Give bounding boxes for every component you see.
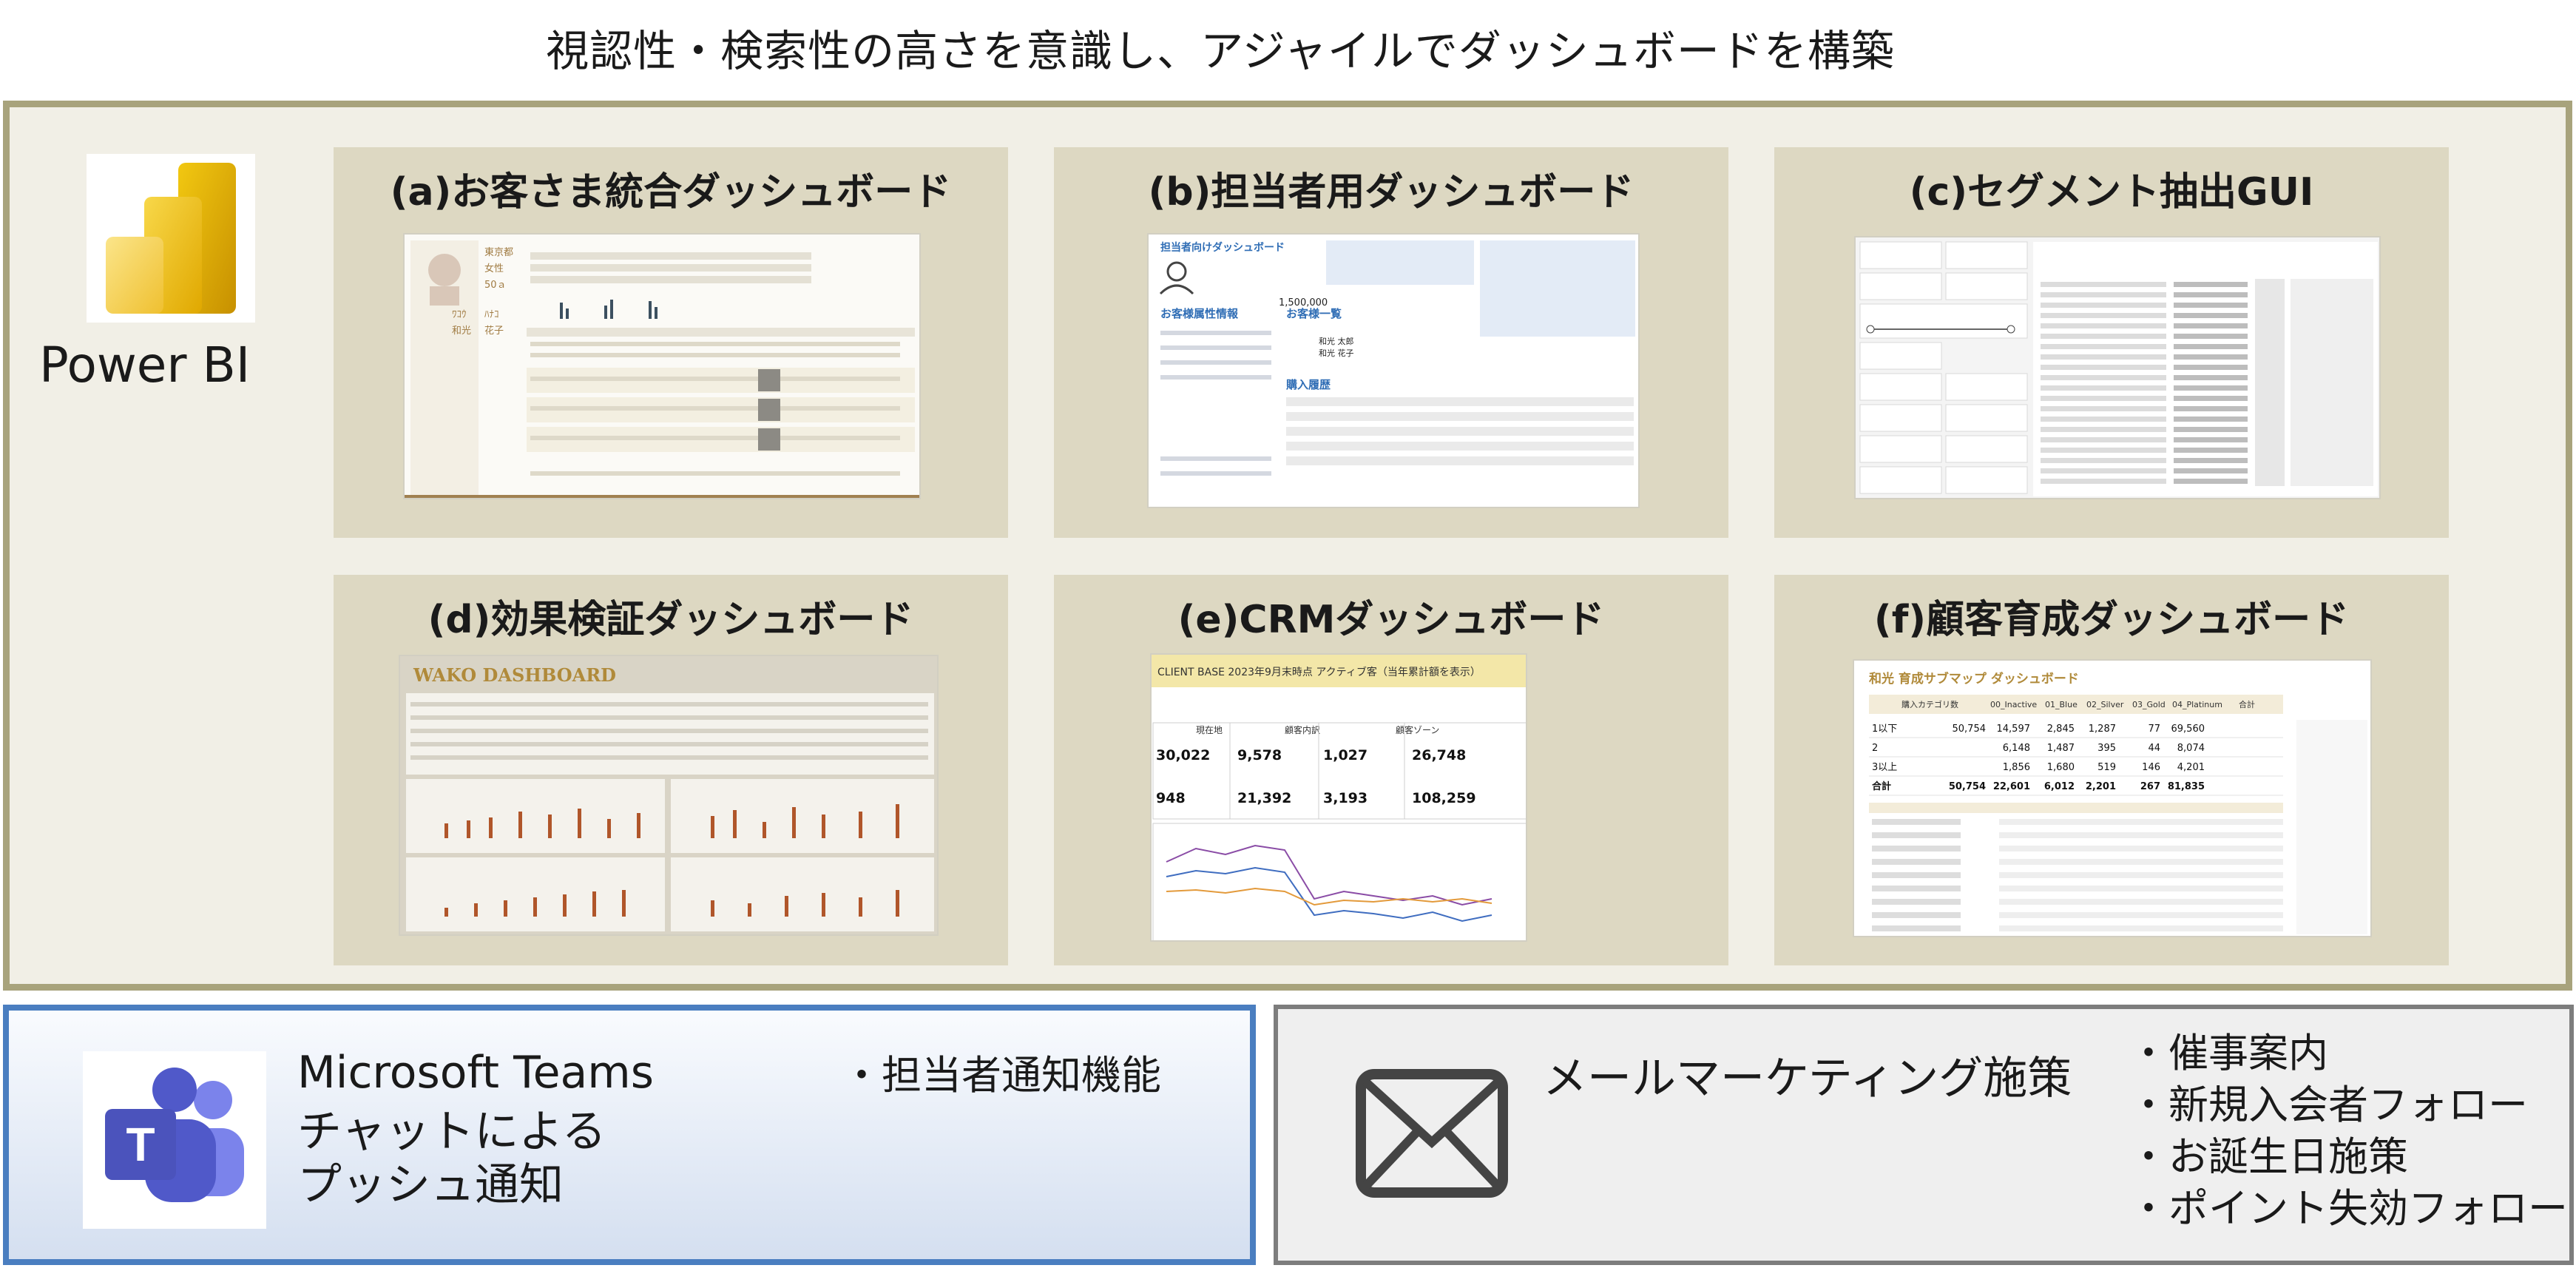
table-cell: 1,856 (2003, 762, 2030, 773)
screenshot-section: 購入履歴 (1285, 378, 1331, 391)
table-cell: 1,680 (2047, 762, 2075, 773)
table-header: 04_Platinum (2172, 700, 2222, 709)
table-cell: 69,560 (2171, 724, 2205, 735)
dashboard-screenshot-b: 担当者向けダッシュボード 1,500,000 お客様属性情報 お客様一覧 購入履… (1147, 233, 1640, 508)
sample-text: 顧客内訳 (1285, 724, 1320, 735)
panel-customer-growth-dashboard: (f)顧客育成ダッシュボード 和光 育成サブマップ ダッシュボード 購入カテゴリ… (1774, 575, 2449, 965)
table-cell: 6,012 (2044, 781, 2075, 792)
svg-text:T: T (126, 1118, 155, 1171)
table-cell: 2 (1872, 743, 1878, 754)
panel-title: (b)担当者用ダッシュボード (1148, 170, 1634, 215)
table-cell: 77 (2148, 724, 2160, 735)
power-bi-frame: Power BI (a)お客さま統合ダッシュボード 東京都 女性 50ａ ﾜｺｳ… (3, 101, 2572, 991)
sample-text: ﾜｺｳ (452, 309, 467, 320)
table-cell: 4,201 (2177, 762, 2205, 773)
sample-text: 和光 花子 (1319, 348, 1354, 358)
dashboard-screenshot-d: WAKO DASHBOARD (399, 655, 939, 936)
sample-text: 顧客ゾーン (1396, 724, 1439, 735)
panel-title: (e)CRMダッシュボード (1177, 598, 1605, 642)
table-cell: 395 (2097, 743, 2116, 754)
panel-title: (c)セグメント抽出GUI (1909, 170, 2314, 215)
panel-segment-extract-gui: (c)セグメント抽出GUI (1774, 147, 2449, 538)
table-cell: 50,754 (1953, 724, 1987, 735)
table-cell: 1,487 (2047, 743, 2075, 754)
panel-staff-dashboard: (b)担当者用ダッシュボード 担当者向けダッシュボード 1,500,000 お客… (1054, 147, 1728, 538)
table-cell: 3以上 (1872, 762, 1897, 773)
sample-text: ﾊﾅｺ (484, 309, 499, 320)
table-cell: 50,754 (1949, 781, 1986, 792)
sample-text: 東京都 (484, 246, 513, 258)
gui-screenshot-c (1854, 236, 2381, 499)
mail-bullet: ・ポイント失効フォロー (2129, 1185, 2568, 1232)
sample-text: 女性 (484, 263, 504, 274)
screenshot-header: WAKO DASHBOARD (413, 664, 616, 686)
table-cell: 81,835 (2168, 781, 2205, 792)
teams-line2: プッシュ通知 (297, 1159, 564, 1211)
table-header: 合計 (2239, 699, 2255, 709)
panel-title: (a)お客さま統合ダッシュボード (390, 170, 952, 215)
sample-value: 1,027 (1323, 747, 1368, 763)
table-header: 購入カテゴリ数 (1901, 699, 1958, 709)
screenshot-header: CLIENT BASE 2023年9月末時点 アクティブ客（当年累計額を表示） (1157, 666, 1481, 678)
table-cell: 1以下 (1872, 724, 1897, 735)
sample-text: 和光 太郎 (1319, 336, 1354, 346)
teams-app-name: Microsoft Teams (297, 1047, 654, 1099)
table-cell: 22,601 (1993, 781, 2030, 792)
screenshot-section: お客様一覧 (1286, 307, 1342, 320)
table-cell: 44 (2148, 743, 2160, 754)
sample-value: 21,392 (1237, 790, 1291, 806)
envelope-icon (1355, 1068, 1509, 1198)
sample-text: 50ａ (484, 280, 507, 291)
table-cell: 8,074 (2177, 743, 2205, 754)
panel-crm-dashboard: (e)CRMダッシュボード CLIENT BASE 2023年9月末時点 アクテ… (1054, 575, 1728, 965)
sample-value: 3,193 (1323, 790, 1368, 806)
mail-title: メールマーケティング施策 (1543, 1053, 2072, 1105)
microsoft-teams-logo-icon: T (83, 1051, 266, 1229)
panel-title: (d)効果検証ダッシュボード (427, 598, 914, 642)
table-cell: 2,845 (2047, 724, 2075, 735)
table-cell: 267 (2140, 781, 2160, 792)
screenshot-header: 担当者向けダッシュボード (1160, 241, 1285, 254)
mail-marketing-box: メールマーケティング施策 ・催事案内 ・新規入会者フォロー ・お誕生日施策 ・ポ… (1274, 1005, 2574, 1265)
panel-effect-verification-dashboard: (d)効果検証ダッシュボード WAKO DASHBOARD (334, 575, 1008, 965)
sample-text: 和光 (452, 326, 471, 337)
table-cell: 14,597 (1997, 724, 2031, 735)
mail-bullet: ・お誕生日施策 (2129, 1133, 2408, 1180)
mail-bullet: ・新規入会者フォロー (2129, 1082, 2528, 1128)
screenshot-section: お客様属性情報 (1160, 307, 1239, 320)
sample-text: 現在地 (1196, 725, 1223, 735)
sample-value: 108,259 (1412, 790, 1476, 806)
power-bi-label: Power BI (39, 337, 251, 394)
panel-title: (f)顧客育成ダッシュボード (1873, 598, 2350, 642)
table-cell: 合計 (1872, 780, 1891, 792)
table-cell: 1,287 (2089, 724, 2116, 735)
table-header: 02_Silver (2086, 700, 2124, 709)
power-bi-logo-icon (87, 154, 255, 323)
mail-bullet: ・催事案内 (2129, 1030, 2328, 1076)
teams-line1: チャットによる (297, 1106, 606, 1158)
panel-customer-integrated-dashboard: (a)お客さま統合ダッシュボード 東京都 女性 50ａ ﾜｺｳ ﾊﾅｺ 和光 花… (334, 147, 1008, 538)
table-header: 00_Inactive (1990, 700, 2037, 709)
table-cell: 6,148 (2003, 743, 2030, 754)
table-cell: 146 (2142, 762, 2160, 773)
table-header: 03_Gold (2132, 700, 2166, 709)
screenshot-header: 和光 育成サブマップ ダッシュボード (1869, 671, 2079, 687)
teams-bullet: ・担当者通知機能 (842, 1052, 1161, 1099)
table-cell: 2,201 (2086, 781, 2116, 792)
dashboard-screenshot-e: CLIENT BASE 2023年9月末時点 アクティブ客（当年累計額を表示） … (1150, 653, 1527, 942)
sample-text: 花子 (484, 325, 504, 337)
dashboard-screenshot-a: 東京都 女性 50ａ ﾜｺｳ ﾊﾅｺ 和光 花子 (403, 233, 921, 499)
table-cell: 519 (2097, 762, 2116, 773)
sample-value: 26,748 (1412, 747, 1466, 763)
sample-value: 9,578 (1237, 747, 1282, 763)
sample-value: 948 (1156, 790, 1186, 806)
dashboard-screenshot-f: 和光 育成サブマップ ダッシュボード 購入カテゴリ数 00_Inactive 0… (1853, 659, 2372, 937)
table-header: 01_Blue (2045, 700, 2078, 709)
teams-notification-box: T Microsoft Teams チャットによる プッシュ通知 ・担当者通知機… (3, 1005, 1256, 1265)
sample-value: 30,022 (1156, 747, 1210, 763)
page-title: 視認性・検索性の高さを意識し、アジャイルでダッシュボードを構築 (546, 26, 1895, 76)
